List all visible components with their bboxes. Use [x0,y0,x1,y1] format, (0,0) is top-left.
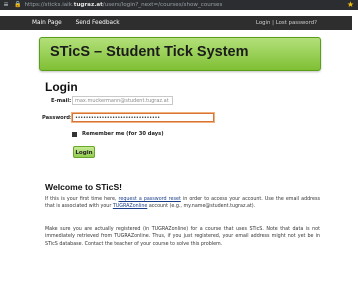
address-bar[interactable]: https://sticks.iaik.tugraz.at/users/logi… [24,0,222,10]
site-title: STicS – Student Tick System [50,44,249,60]
site-banner: STicS – Student Tick System [39,37,321,71]
email-field[interactable]: max.muckermann@student.tugraz.at [72,96,173,105]
bookmark-star-icon[interactable]: ★ [347,0,354,10]
remember-me-label: Remember me (for 30 days) [82,131,164,137]
remember-me-checkbox[interactable] [72,132,77,137]
menu-icon[interactable]: ≡ [0,0,12,10]
nav-login-link[interactable]: Login [256,20,271,26]
welcome-paragraph-2: Make sure you are actually registered (i… [45,227,320,247]
p1-text-a: If this is your first time here, [45,197,119,202]
password-label: Password: [42,115,73,121]
tugrazonline-link[interactable]: TUGRAZonline [113,204,148,209]
login-button[interactable]: Login [73,146,95,158]
password-field[interactable]: •••••••••••••••••••••••••••••••• [72,113,214,122]
top-navbar: Main Page Send Feedback Login | Lost pas… [0,16,352,30]
url-domain: tugraz.at [73,2,103,8]
lock-icon: 🔒 [14,2,22,8]
password-reset-link[interactable]: request a password reset [119,197,181,202]
login-heading: Login [45,80,78,94]
browser-toolbar: ≡ 🔒 https://sticks.iaik.tugraz.at/users/… [0,0,358,10]
welcome-paragraph-1: If this is your first time here, request… [45,196,320,211]
url-suffix: /users/login?_next=/courses/show_courses [102,2,223,8]
nav-send-feedback-link[interactable]: Send Feedback [76,20,120,26]
welcome-heading: Welcome to STicS! [45,182,123,192]
nav-main-page-link[interactable]: Main Page [32,20,62,26]
url-prefix: https://sticks.iaik. [24,2,74,8]
email-label: E-mail: [51,98,72,104]
p1-text-c: account (e.g., my.name@student.tugraz.at… [147,204,256,210]
nav-lost-password-link[interactable]: Lost password? [276,20,317,26]
